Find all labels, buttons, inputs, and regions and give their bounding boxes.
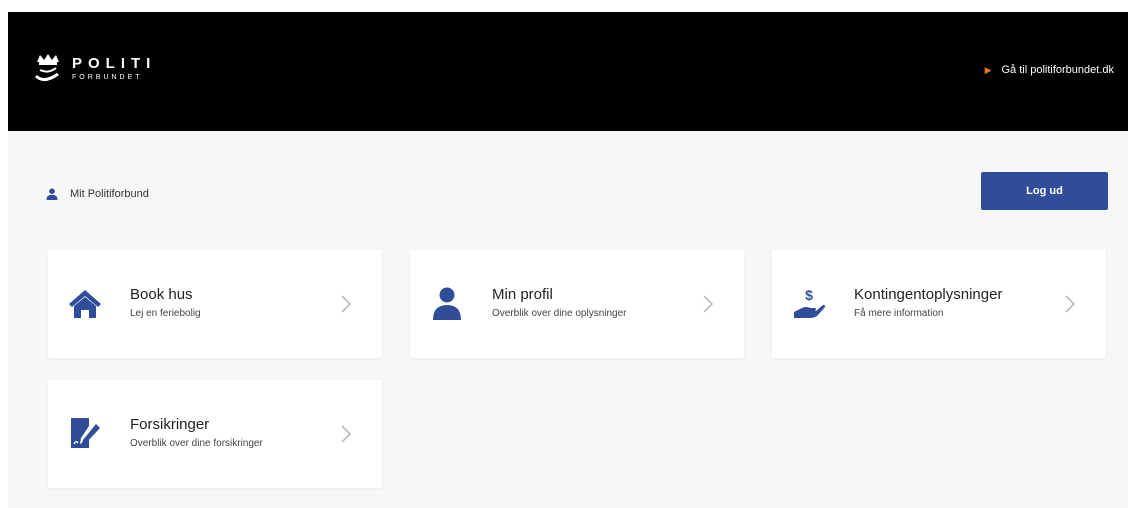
card-title: Forsikringer: [130, 416, 210, 433]
card-subtitle: Overblik over dine forsikringer: [130, 438, 263, 449]
card-subtitle: Få mere information: [854, 308, 944, 319]
house-icon: [69, 290, 101, 318]
svg-text:$: $: [805, 287, 813, 303]
card-subtitle: Lej en feriebolig: [130, 308, 201, 319]
card-book-house[interactable]: Book hus Lej en feriebolig: [48, 250, 382, 358]
user-breadcrumb: Mit Politiforbund: [46, 188, 149, 200]
card-title: Min profil: [492, 286, 553, 303]
user-icon: [46, 188, 58, 200]
external-site-link[interactable]: ▶ Gå til politiforbundet.dk: [985, 64, 1114, 76]
document-pen-icon: [71, 418, 100, 448]
politiforbundet-logo[interactable]: POLITI FORBUNDET: [34, 52, 184, 88]
person-icon: [433, 287, 461, 320]
hand-dollar-icon: $: [794, 287, 825, 318]
chevron-right-icon: [341, 295, 352, 313]
chevron-right-icon: [341, 425, 352, 443]
triangle-right-icon: ▶: [984, 64, 992, 75]
card-subtitle: Overblik over dine oplysninger: [492, 308, 627, 319]
chevron-right-icon: [1065, 295, 1076, 313]
external-site-link-label: Gå til politiforbundet.dk: [1001, 64, 1114, 76]
crown-logo-icon: [34, 54, 59, 81]
card-my-profile[interactable]: Min profil Overblik over dine oplysninge…: [410, 250, 744, 358]
card-membership-fees[interactable]: $ Kontingentoplysninger Få mere informat…: [772, 250, 1106, 358]
user-section-label: Mit Politiforbund: [70, 188, 149, 200]
card-title: Kontingentoplysninger: [854, 286, 1003, 303]
logo-subwordmark: FORBUNDET: [72, 74, 143, 81]
site-header: POLITI FORBUNDET ▶ Gå til politiforbunde…: [8, 12, 1128, 131]
logout-button[interactable]: Log ud: [981, 172, 1108, 210]
chevron-right-icon: [703, 295, 714, 313]
logo-wordmark: POLITI: [72, 55, 157, 72]
card-title: Book hus: [130, 286, 193, 303]
page-frame: POLITI FORBUNDET ▶ Gå til politiforbunde…: [8, 12, 1128, 508]
card-insurances[interactable]: Forsikringer Overblik over dine forsikri…: [48, 380, 382, 488]
